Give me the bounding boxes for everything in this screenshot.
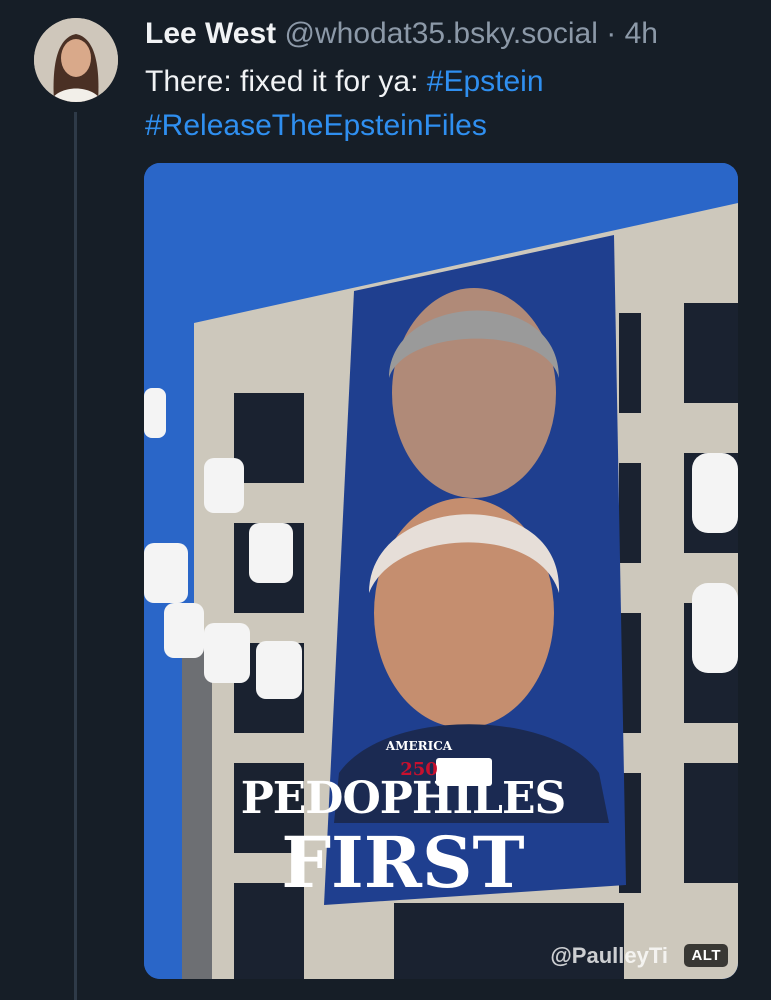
author-name[interactable]: Lee West (145, 17, 276, 50)
banner-headline-line1: PEDOPHILES (240, 773, 567, 824)
avatar-image (34, 18, 118, 102)
header-separator: · (606, 17, 617, 50)
thread-line (74, 112, 77, 1000)
alt-text-badge[interactable]: ALT (684, 944, 728, 967)
post-timestamp[interactable]: 4h (625, 17, 658, 50)
post-text-body: There: fixed it for ya: (145, 65, 427, 98)
image-watermark: @PaulleyTi (550, 943, 668, 968)
hashtag-link-epstein[interactable]: #Epstein (427, 65, 544, 98)
post-image[interactable]: AMERICA 250 PEDOPHILES FIRST @PaulleyTi … (144, 163, 738, 979)
avatar[interactable] (34, 18, 118, 102)
banner-america-label: AMERICA (385, 739, 453, 753)
post-text: There: fixed it for ya: #Epstein #Releas… (145, 60, 745, 148)
post-header: Lee West @whodat35.bsky.social · 4h (145, 14, 761, 54)
hashtag-link-release-files[interactable]: #ReleaseTheEpsteinFiles (145, 109, 487, 142)
author-handle[interactable]: @whodat35.bsky.social (285, 17, 598, 50)
banner-headline-line2: FIRST (281, 821, 525, 904)
